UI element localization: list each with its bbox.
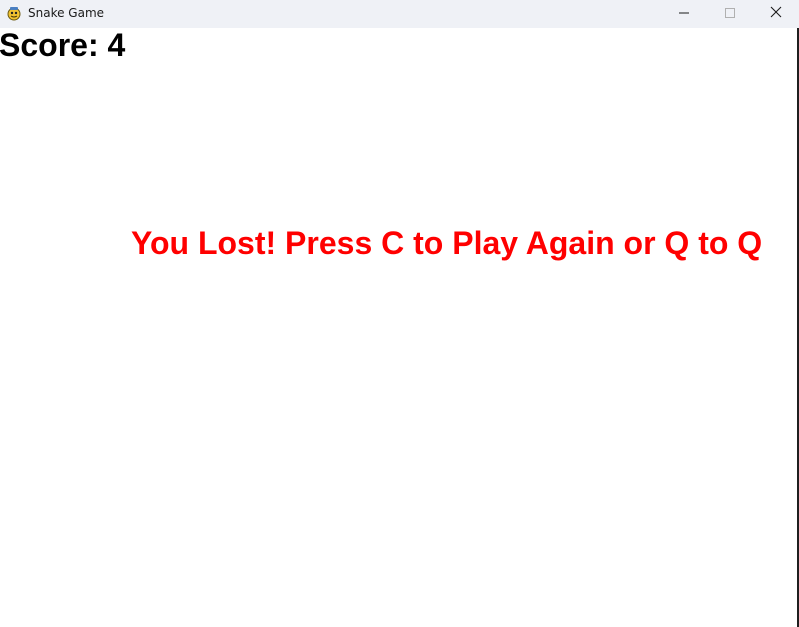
pygame-snake-icon [6, 5, 22, 21]
game-canvas[interactable]: Score: 4 You Lost! Press C to Play Again… [0, 28, 799, 627]
score-display: Score: 4 [0, 28, 126, 63]
snake-game-window: Snake Game Score: 4 You Lost! Press C to… [0, 0, 799, 627]
maximize-icon [725, 5, 735, 23]
game-over-message: You Lost! Press C to Play Again or Q to … [131, 225, 763, 261]
close-button[interactable] [753, 0, 799, 28]
minimize-icon [679, 5, 689, 23]
close-icon [770, 5, 782, 23]
maximize-button[interactable] [707, 0, 753, 28]
title-bar[interactable]: Snake Game [0, 0, 799, 28]
window-title: Snake Game [28, 6, 105, 20]
minimize-button[interactable] [661, 0, 707, 28]
